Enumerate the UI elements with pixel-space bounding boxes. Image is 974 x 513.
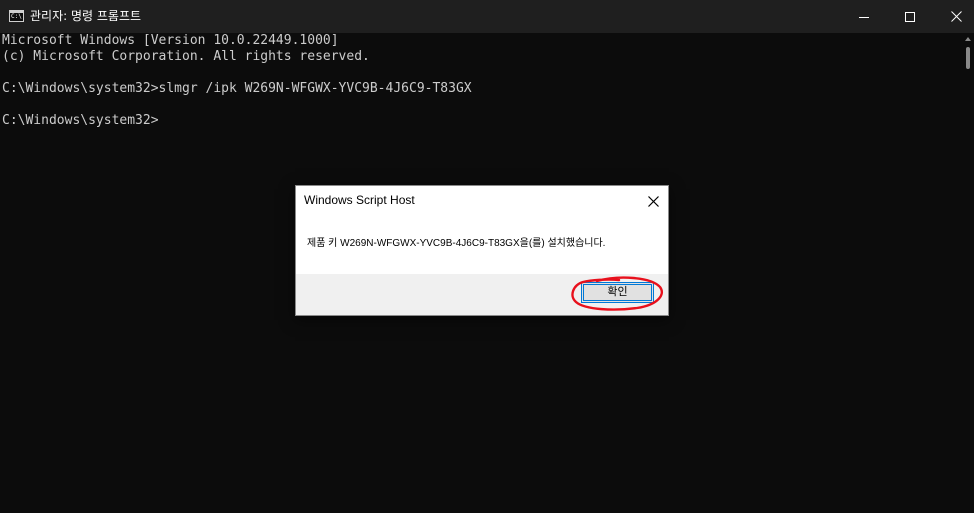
maximize-button[interactable] (887, 0, 933, 33)
console-app-icon[interactable]: C:\ (9, 10, 24, 22)
scrollbar-thumb[interactable] (966, 47, 970, 69)
console-prompt-line: C:\Windows\system32> (2, 113, 159, 128)
close-icon (647, 195, 659, 207)
windows-script-host-dialog: Windows Script Host 제품 키 W269N-WFGWX-YVC… (295, 185, 669, 316)
close-icon (950, 11, 962, 22)
title-bar[interactable]: C:\ 관리자: 명령 프롬프트 (0, 0, 974, 33)
console-line: C:\Windows\system32>slmgr /ipk W269N-WFG… (2, 81, 472, 96)
maximize-icon (905, 11, 915, 22)
console-line: (c) Microsoft Corporation. All rights re… (2, 49, 370, 64)
console-app-icon-glyph: C:\ (11, 13, 22, 20)
command-prompt-window: C:\ 관리자: 명령 프롬프트 Microsoft Windows [Vers… (0, 0, 974, 513)
console-line: Microsoft Windows [Version 10.0.22449.10… (2, 33, 339, 48)
dialog-close-button[interactable] (639, 188, 667, 214)
dialog-title: Windows Script Host (304, 193, 415, 207)
dialog-footer: 확인 (296, 274, 668, 315)
vertical-scrollbar[interactable] (963, 33, 974, 513)
dialog-message: 제품 키 W269N-WFGWX-YVC9B-4J6C9-T83GX을(를) 설… (307, 238, 606, 249)
minimize-icon (859, 16, 869, 18)
close-button[interactable] (933, 0, 974, 33)
ok-button[interactable]: 확인 (581, 282, 654, 303)
scroll-up-arrow-icon[interactable] (965, 37, 971, 41)
window-title: 관리자: 명령 프롬프트 (30, 9, 142, 23)
minimize-button[interactable] (841, 0, 887, 33)
